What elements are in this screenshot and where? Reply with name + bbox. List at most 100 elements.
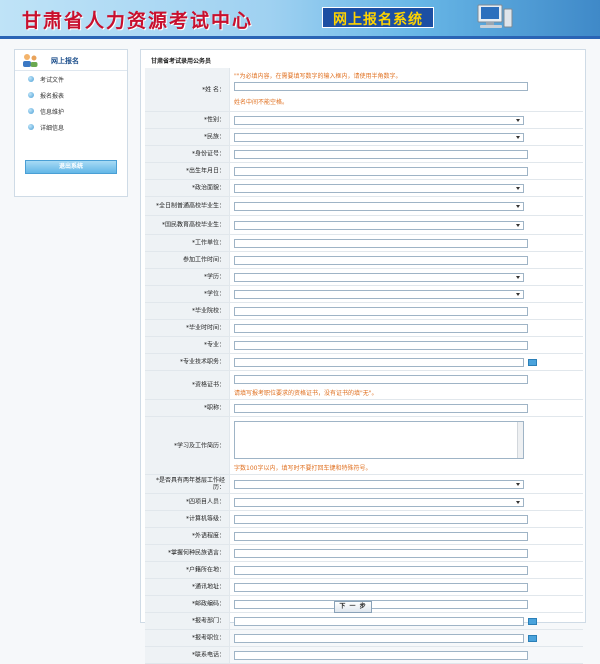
form-row-title-rank: *专业技术职务：	[145, 354, 583, 371]
position-input[interactable]	[234, 404, 528, 413]
field-label: *毕业院校：	[191, 307, 225, 315]
chevron-down-icon	[516, 224, 520, 227]
field-label: *掌握何种民族语言：	[167, 549, 225, 557]
field-label: *工作单位：	[191, 239, 225, 247]
field-label: *政治面貌：	[191, 184, 225, 192]
political-select[interactable]	[234, 184, 524, 193]
form-row-foreign-level: *外语程度：	[145, 528, 583, 545]
sidebar-item-details[interactable]: 详细信息	[15, 119, 127, 135]
field-label: *是否具有两年基层工作经历：	[155, 477, 225, 491]
grad-time-input[interactable]	[234, 324, 528, 333]
next-step-button[interactable]: 下 一 步	[334, 601, 372, 613]
field-label: *报考部门：	[191, 617, 225, 625]
gender-select[interactable]	[234, 116, 524, 125]
picker-icon[interactable]	[528, 359, 537, 366]
bullet-icon	[28, 76, 34, 82]
system-title-badge: 网上报名系统	[322, 7, 434, 28]
field-label: *资格证书：	[191, 381, 225, 389]
field-label: *邮政编码：	[191, 600, 225, 608]
field-label: *学位：	[203, 290, 225, 298]
picker-icon[interactable]	[528, 635, 537, 642]
field-label: *报考职位：	[191, 634, 225, 642]
form-row-major: *专业：	[145, 337, 583, 354]
field-label: *职称：	[203, 404, 225, 412]
field-label: *姓 名：	[202, 86, 225, 93]
field-label: *学历：	[203, 273, 225, 281]
field-label: *出生年月日：	[185, 167, 225, 175]
field-label: *身份证号：	[191, 150, 225, 158]
chevron-down-icon	[516, 483, 520, 486]
field-label: *专业技术职务：	[179, 358, 225, 366]
users-icon	[23, 54, 38, 67]
form-row-position: *职称：	[145, 400, 583, 417]
banner-divider	[0, 36, 600, 39]
form-row-gender: *性别：	[145, 112, 583, 129]
work-unit-input[interactable]	[234, 239, 528, 248]
certificate-input[interactable]	[234, 375, 528, 384]
field-label: *性别：	[203, 116, 225, 124]
registration-panel: 甘肃省考试录用公务员 *姓 名： ""为必填内容，在需要填写数字的输入框内，请使…	[140, 49, 586, 664]
fulltime-grad-select[interactable]	[234, 202, 524, 211]
form-row-name: *姓 名： ""为必填内容，在需要填写数字的输入框内，请使用半角数字。 姓名中间…	[145, 68, 583, 112]
postcode-input[interactable]	[234, 600, 528, 609]
birth-date-input[interactable]	[234, 167, 528, 176]
degree-select[interactable]	[234, 290, 524, 299]
form-row-job: *报考职位：	[145, 630, 583, 647]
national-edu-grad-select[interactable]	[234, 221, 524, 230]
form-row-dept: *报考部门：	[145, 613, 583, 630]
sidebar-item-info-maintain[interactable]: 信息维护	[15, 103, 127, 119]
id-card-input[interactable]	[234, 150, 528, 159]
sidebar-item-label: 信息维护	[40, 109, 65, 116]
resume-textarea[interactable]	[234, 421, 524, 459]
sidebar-item-label: 考试文件	[40, 77, 65, 84]
form-row-four-types: *四项目人员：	[145, 494, 583, 511]
school-input[interactable]	[234, 307, 528, 316]
certificate-hint: 请填写报考职位要求的资格证书，没有证书的填"无"。	[234, 390, 378, 397]
foreign-level-input[interactable]	[234, 532, 528, 541]
sidebar: 网上报名 考试文件 报名报表 信息维护 详细信息 退出系统	[14, 49, 128, 197]
header-banner: 甘肃省人力资源考试中心 网上报名系统	[0, 0, 600, 36]
form-row-birth: *出生年月日：	[145, 163, 583, 180]
form-row-phone: *联系电话：	[145, 647, 583, 664]
education-select[interactable]	[234, 273, 524, 282]
logout-button[interactable]: 退出系统	[25, 160, 117, 174]
picker-icon[interactable]	[528, 618, 537, 625]
bullet-icon	[28, 108, 34, 114]
form-row-political: *政治面貌：	[145, 180, 583, 197]
work-start-input[interactable]	[234, 256, 528, 265]
sidebar-item-report[interactable]: 报名报表	[15, 87, 127, 103]
language-input[interactable]	[234, 549, 528, 558]
field-label: *通讯地址：	[191, 583, 225, 591]
address-input[interactable]	[234, 583, 528, 592]
major-input[interactable]	[234, 341, 528, 350]
form-row-address: *通讯地址：	[145, 579, 583, 596]
title-rank-input[interactable]	[234, 358, 524, 367]
form-row-id-card: *身份证号：	[145, 146, 583, 163]
ethnicity-select[interactable]	[234, 133, 524, 142]
dept-input[interactable]	[234, 617, 524, 626]
required-hint: ""为必填内容，在需要填写数字的输入框内，请使用半角数字。	[234, 73, 402, 80]
grassroots-select[interactable]	[234, 480, 524, 489]
sidebar-item-label: 详细信息	[40, 125, 65, 132]
four-types-select[interactable]	[234, 498, 524, 507]
sidebar-item-exam-docs[interactable]: 考试文件	[15, 71, 127, 87]
field-label: *计算机等级：	[185, 515, 225, 523]
form-row-hukou: *户籍所在地：	[145, 562, 583, 579]
form-row-work-unit: *工作单位：	[145, 235, 583, 252]
registration-form: *姓 名： ""为必填内容，在需要填写数字的输入框内，请使用半角数字。 姓名中间…	[145, 68, 583, 664]
name-input[interactable]	[234, 82, 528, 91]
bullet-icon	[28, 124, 34, 130]
phone-input[interactable]	[234, 651, 528, 660]
form-row-education: *学历：	[145, 269, 583, 286]
computer-level-input[interactable]	[234, 515, 528, 524]
sidebar-title: 网上报名	[51, 57, 79, 65]
hukou-input[interactable]	[234, 566, 528, 575]
form-row-ethnicity: *民族：	[145, 129, 583, 146]
form-row-grassroots: *是否具有两年基层工作经历：	[145, 475, 583, 494]
form-row-resume: *学习及工作简历： 字数100字以内，填写时不要打回车键和特殊符号。	[145, 417, 583, 475]
form-row-school: *毕业院校：	[145, 303, 583, 320]
field-label: *专业：	[203, 341, 225, 349]
job-input[interactable]	[234, 634, 524, 643]
form-row-work-start: 参加工作时间：	[145, 252, 583, 269]
scrollbar[interactable]	[517, 422, 523, 458]
